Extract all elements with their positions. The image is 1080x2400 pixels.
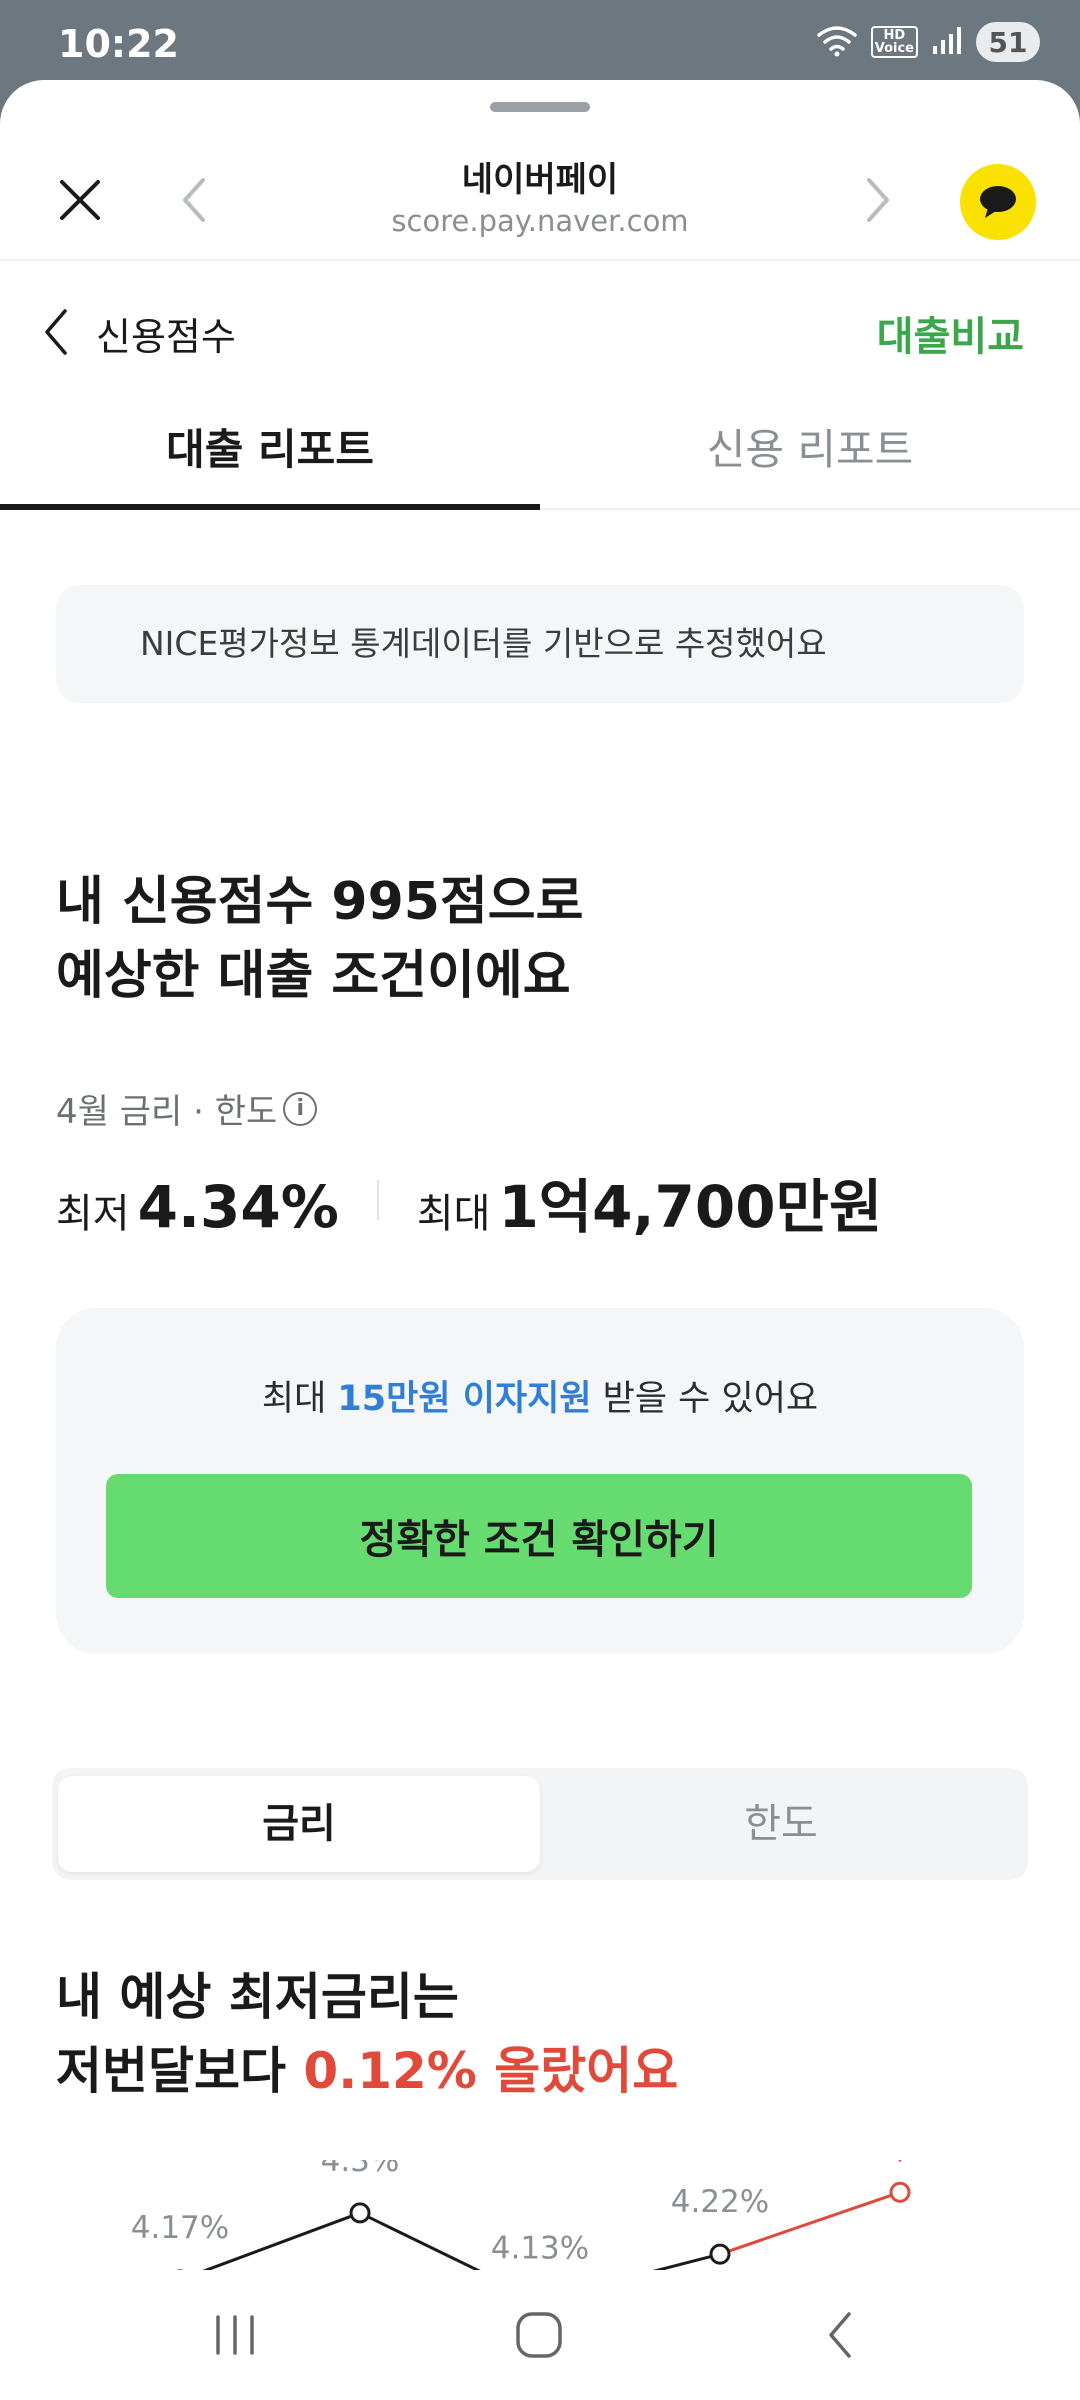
rate-headline-highlight: 0.12% 올랐어요: [303, 2042, 679, 2100]
tab-loan-report[interactable]: 대출 리포트: [0, 410, 540, 510]
chevron-right-icon[interactable]: [852, 170, 904, 230]
headline-line1: 내 신용점수 995점으로: [56, 872, 584, 932]
header-divider: [0, 259, 1080, 261]
rate-caption: 4월 금리 · 한도 i: [56, 1084, 318, 1133]
chart-point: [889, 2181, 911, 2203]
chart-highlight-tooltip: 4.34%: [898, 2160, 902, 2163]
promo-highlight: 15만원 이자지원: [337, 1379, 592, 1419]
hd-voice-icon: HD Voice: [870, 26, 918, 58]
browser-sheet: 네이버페이 score.pay.naver.com 신용점수 대출비교 대출 리…: [0, 80, 1080, 2400]
status-icons: HD Voice 51: [816, 20, 1040, 64]
system-nav-bar: [0, 2270, 1080, 2400]
rate-summary: 최저 4.34% 최대 1억4,700만원: [56, 1160, 882, 1241]
rate-caption-text: 4월 금리 · 한도: [56, 1092, 278, 1132]
recent-apps-icon[interactable]: [190, 2300, 280, 2370]
info-icon[interactable]: i: [283, 1091, 318, 1126]
promo-card: 최대 15만원 이자지원 받을 수 있어요 정확한 조건 확인하기: [56, 1308, 1024, 1654]
rate-headline-prefix: 저번달보다: [56, 2042, 304, 2100]
min-rate-value: 4.34%: [137, 1173, 339, 1241]
chart-data-label: 4.22%: [671, 2184, 769, 2220]
battery-icon: 51: [976, 22, 1040, 62]
headline: 내 신용점수 995점으로 예상한 대출 조건이에요: [56, 865, 1024, 1013]
max-limit-label: 최대: [416, 1191, 491, 1237]
page-title: 네이버페이: [461, 160, 619, 200]
rate-headline: 내 예상 최저금리는 저번달보다 0.12% 올랐어요: [56, 1960, 1024, 2108]
chart-data-label: 4.3%: [321, 2160, 400, 2179]
loan-compare-link[interactable]: 대출비교: [877, 304, 1024, 362]
page-url: score.pay.naver.com: [391, 204, 689, 238]
report-tabs: 대출 리포트 신용 리포트: [0, 410, 1080, 510]
max-limit-value: 1억4,700만원: [498, 1173, 883, 1241]
chart-data-label: 4.13%: [491, 2231, 589, 2267]
back-icon[interactable]: [796, 2300, 886, 2370]
chart-data-label: 4.17%: [131, 2210, 229, 2246]
tab-credit-report[interactable]: 신용 리포트: [540, 410, 1080, 510]
rate-headline-line2: 저번달보다 0.12% 올랐어요: [56, 2034, 1024, 2108]
sub-title: 신용점수: [96, 315, 236, 359]
rate-divider: [376, 1180, 379, 1220]
check-conditions-button[interactable]: 정확한 조건 확인하기: [106, 1474, 972, 1598]
back-arrow-icon[interactable]: [36, 304, 76, 360]
kakaotalk-chat-icon[interactable]: [960, 164, 1036, 240]
promo-suffix: 받을 수 있어요: [591, 1379, 819, 1419]
chart-tooltip-pointer: [898, 2160, 902, 2163]
min-rate-label: 최저: [56, 1191, 130, 1237]
rate-headline-line1: 내 예상 최저금리는: [56, 1968, 459, 2026]
segment-limit[interactable]: 한도: [540, 1776, 1022, 1872]
rate-limit-segment: 금리 한도: [52, 1768, 1028, 1880]
wifi-icon: [816, 23, 857, 61]
chart-point: [349, 2202, 371, 2224]
headline-line2: 예상한 대출 조건이에요: [56, 946, 571, 1006]
chart-point: [709, 2243, 731, 2265]
drag-handle[interactable]: [490, 102, 590, 112]
sub-header: 신용점수 대출비교: [0, 280, 1080, 380]
home-icon[interactable]: [494, 2300, 584, 2370]
status-bar: 10:22 HD Voice 51: [0, 0, 1080, 80]
segment-rate[interactable]: 금리: [58, 1776, 540, 1872]
signal-icon: [932, 25, 962, 59]
browser-header: 네이버페이 score.pay.naver.com: [0, 140, 1080, 260]
promo-prefix: 최대: [261, 1379, 338, 1419]
promo-text: 최대 15만원 이자지원 받을 수 있어요: [56, 1370, 1024, 1421]
notice-banner: NICE평가정보 통계데이터를 기반으로 추정했어요: [56, 585, 1024, 703]
hd-voice-bottom: Voice: [874, 41, 914, 56]
status-time: 10:22: [58, 22, 179, 66]
